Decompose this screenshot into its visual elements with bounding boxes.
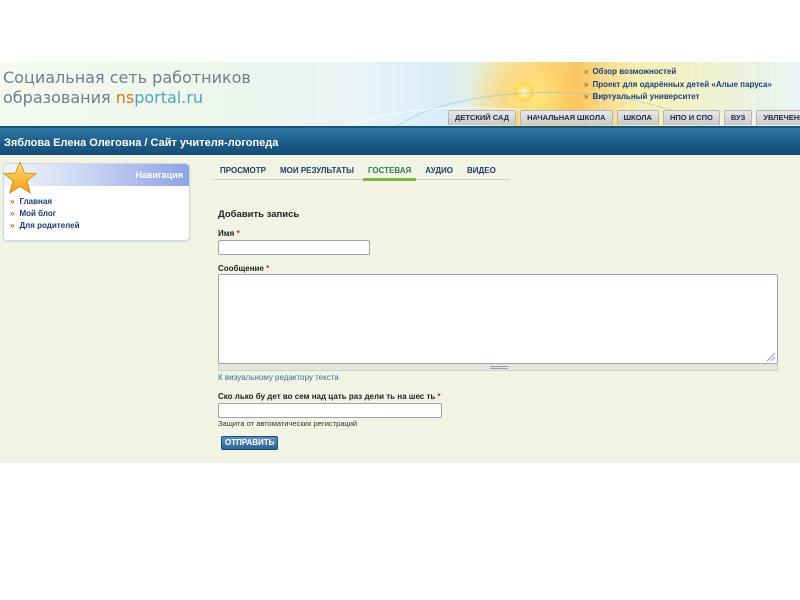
required-mark: * (236, 229, 240, 238)
site-title-bar: Зяблова Елена Олеговна / Сайт учителя-ло… (0, 126, 800, 155)
sidebar-item-label: Для родителей (19, 221, 80, 230)
tab-my-results[interactable]: МОИ РЕЗУЛЬТАТЫ (273, 162, 361, 179)
captcha-hint: Защита от автоматических регистраций (218, 419, 358, 428)
resize-corner-icon[interactable] (767, 353, 775, 361)
logo-line-1: Социальная сеть работников (3, 68, 251, 87)
grip-handle-icon (490, 366, 508, 369)
captcha-label-text: Ско лько бу дет во сем над цать раз дели… (218, 392, 436, 401)
visual-editor-link[interactable]: К визуальному редактору текста (218, 373, 339, 382)
top-link-alye-parusa[interactable]: » Проект для одарённых детей «Алые паруса… (584, 79, 772, 92)
header-section-tabs: ДЕТСКИЙ САД НАЧАЛЬНАЯ ШКОЛА ШКОЛА НПО И … (448, 110, 800, 126)
main-content: Навигация » Главная » Мой блог » Для родите… (0, 155, 800, 463)
top-link-label: Виртуальный университет (592, 92, 700, 101)
tab-guestbook[interactable]: ГОСТЕВАЯ (361, 162, 418, 181)
form-title: Добавить запись (218, 209, 300, 220)
page-title: Зяблова Елена Олеговна / Сайт учителя-ло… (4, 137, 279, 149)
logo-portal: portal.ru (134, 88, 204, 107)
star-icon (2, 160, 38, 194)
sidebar-item-home[interactable]: » Главная (10, 196, 80, 208)
tab-hobbies[interactable]: УВЛЕЧЕНИЯ (756, 110, 800, 125)
submit-button[interactable]: ОТПРАВИТЬ (221, 436, 279, 450)
textarea-resize-grip[interactable] (218, 364, 778, 371)
bullet-icon: » (584, 67, 589, 76)
tab-university[interactable]: ВУЗ (723, 110, 753, 125)
sidebar-navigation: Навигация » Главная » Мой блог » Для родите… (2, 160, 190, 241)
sidebar-title: Навигация (135, 170, 183, 180)
bullet-icon: » (584, 79, 589, 89)
tab-primary-school[interactable]: НАЧАЛЬНАЯ ШКОЛА (520, 110, 613, 125)
sidebar-item-parents[interactable]: » Для родителей (10, 220, 80, 232)
tab-view[interactable]: ПРОСМОТР (213, 162, 273, 179)
top-link-virtual-university[interactable]: » Виртуальный университет (584, 91, 772, 104)
required-mark: * (437, 392, 441, 401)
profile-tabs: ПРОСМОТР МОИ РЕЗУЛЬТАТЫ ГОСТЕВАЯ АУДИО В… (213, 162, 510, 181)
bullet-icon: » (584, 92, 589, 101)
top-link-overview[interactable]: » Обзор возможностей (584, 66, 772, 79)
tab-video[interactable]: ВИДЕО (460, 162, 503, 179)
header-top-links: » Обзор возможностей » Проект для одарённы… (584, 66, 772, 104)
top-link-label: Проект для одарённых детей «Алые паруса» (592, 79, 772, 89)
logo-line-2: образования (3, 88, 116, 107)
required-mark: * (266, 264, 270, 273)
tab-npo-spo[interactable]: НПО И СПО (662, 110, 720, 125)
tab-kindergarten[interactable]: ДЕТСКИЙ САД (448, 110, 517, 125)
message-label-text: Сообщение (218, 264, 264, 273)
sidebar-item-label: Главная (19, 197, 52, 206)
top-link-label: Обзор возможностей (592, 67, 677, 76)
bullet-icon: » (10, 209, 15, 218)
sidebar-item-blog[interactable]: » Мой блог (10, 208, 80, 220)
message-textarea[interactable] (218, 274, 778, 364)
captcha-input[interactable] (218, 403, 442, 418)
logo-ns: ns (115, 88, 135, 107)
tab-audio[interactable]: АУДИО (418, 162, 460, 179)
site-logo[interactable]: Социальная сеть работников образования n… (3, 68, 263, 108)
name-input[interactable] (218, 240, 370, 255)
tab-school[interactable]: ШКОЛА (616, 110, 659, 125)
bullet-icon: » (10, 197, 15, 206)
bullet-icon: » (10, 221, 15, 230)
name-label-text: Имя (218, 229, 235, 238)
captcha-label: Ско лько бу дет во сем над цать раз дели… (218, 392, 441, 401)
sidebar-item-label: Мой блог (19, 209, 57, 218)
name-label: Имя * (218, 229, 240, 238)
sidebar-menu: » Главная » Мой блог » Для родителей (10, 196, 80, 232)
message-label: Сообщение * (218, 264, 269, 273)
